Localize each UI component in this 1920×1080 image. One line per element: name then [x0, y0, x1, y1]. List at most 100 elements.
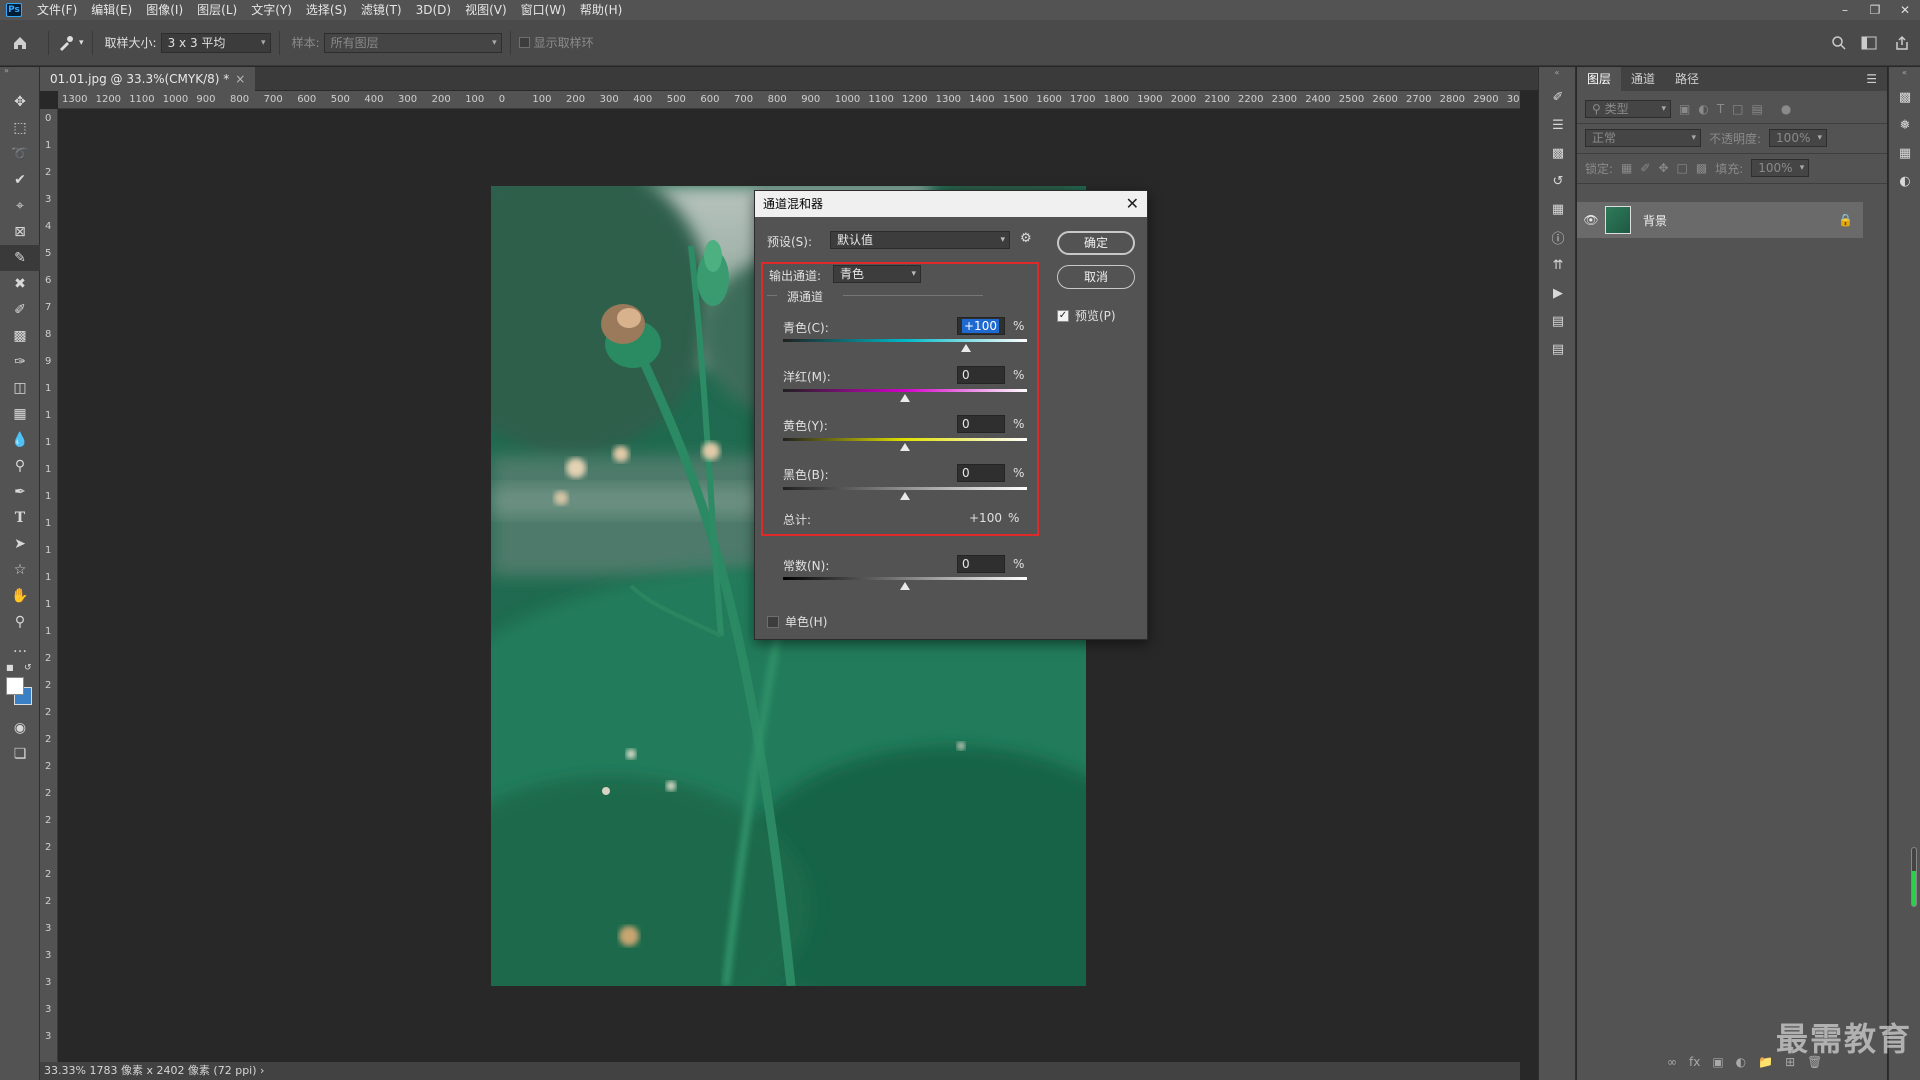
- minimize-icon[interactable]: –: [1830, 0, 1860, 20]
- menu-filter[interactable]: 滤镜(T): [354, 0, 409, 20]
- swatches-icon[interactable]: ▦: [1889, 139, 1920, 167]
- menu-select[interactable]: 选择(S): [299, 0, 354, 20]
- lock-image-icon[interactable]: ✐: [1640, 161, 1650, 175]
- ok-button[interactable]: 确定: [1057, 231, 1135, 255]
- default-colors-icon[interactable]: ■: [6, 663, 14, 672]
- color-icon[interactable]: ◐: [1889, 167, 1920, 195]
- menu-file[interactable]: 文件(F): [30, 0, 84, 20]
- lasso-tool-icon[interactable]: ➰: [0, 141, 40, 167]
- layer-filter-select[interactable]: ⚲ 类型 ▾: [1585, 100, 1671, 118]
- filter-shape-icon[interactable]: □: [1732, 102, 1743, 116]
- gradient-tool-icon[interactable]: ▦: [0, 401, 40, 427]
- lock-position-icon[interactable]: ✥: [1658, 161, 1668, 175]
- collapse-icon[interactable]: «: [1539, 67, 1575, 83]
- quick-select-tool-icon[interactable]: ✔: [0, 167, 40, 193]
- properties-icon[interactable]: ▦: [1539, 195, 1577, 223]
- filter-pixel-icon[interactable]: ▣: [1679, 102, 1690, 116]
- navigator-icon[interactable]: ❅: [1889, 111, 1920, 139]
- menu-layer[interactable]: 图层(L): [190, 0, 244, 20]
- color-swatches[interactable]: ■ ↺: [0, 661, 39, 715]
- document-tab[interactable]: 01.01.jpg @ 33.3%(CMYK/8) * ×: [40, 67, 256, 91]
- libraries-icon[interactable]: ▤: [1539, 307, 1577, 335]
- brush-tool-icon[interactable]: ✐: [0, 297, 40, 323]
- monochrome-checkbox[interactable]: [767, 615, 779, 628]
- lock-transparent-icon[interactable]: ▦: [1621, 161, 1632, 175]
- more-tools-icon[interactable]: …: [0, 635, 40, 661]
- healing-tool-icon[interactable]: ✖: [0, 271, 40, 297]
- clone-source-icon[interactable]: ▩: [1539, 139, 1577, 167]
- new-group-icon[interactable]: 📁: [1758, 1055, 1773, 1069]
- paths-icon[interactable]: ⇈: [1539, 251, 1577, 279]
- status-menu-icon[interactable]: ›: [260, 1064, 264, 1077]
- foreground-color-swatch[interactable]: [6, 677, 24, 695]
- collapse-icon[interactable]: «: [1889, 67, 1920, 83]
- marquee-tool-icon[interactable]: ⬚: [0, 115, 40, 141]
- workspace-icon[interactable]: [1854, 36, 1884, 50]
- filter-type-icon[interactable]: T: [1717, 102, 1724, 116]
- close-tab-icon[interactable]: ×: [235, 67, 245, 91]
- zoom-level[interactable]: 33.33%: [44, 1064, 86, 1077]
- sample-size-select[interactable]: 3 x 3 平均 ▾: [160, 32, 271, 53]
- fx-icon[interactable]: fx: [1689, 1055, 1700, 1069]
- tab-paths[interactable]: 路径: [1665, 67, 1709, 91]
- layer-row-background[interactable]: 👁 背景 🔒: [1577, 202, 1863, 238]
- menu-image[interactable]: 图像(I): [139, 0, 190, 20]
- collapse-icon[interactable]: »: [0, 67, 39, 75]
- move-tool-icon[interactable]: ✥: [0, 89, 40, 115]
- dialog-title-bar[interactable]: 通道混和器: [755, 191, 1147, 217]
- swap-colors-icon[interactable]: ↺: [24, 663, 32, 673]
- opacity-input[interactable]: 100% ▾: [1769, 129, 1828, 147]
- layer-name[interactable]: 背景: [1643, 212, 1667, 229]
- frame-tool-icon[interactable]: ⊠: [0, 219, 40, 245]
- preview-checkbox[interactable]: ✓: [1057, 309, 1069, 322]
- add-mask-icon[interactable]: ▣: [1712, 1055, 1723, 1069]
- history-brush-tool-icon[interactable]: ✑: [0, 349, 40, 375]
- history-icon[interactable]: ↺: [1539, 167, 1577, 195]
- lock-artboard-icon[interactable]: □: [1677, 161, 1688, 175]
- shape-tool-icon[interactable]: ☆: [0, 557, 40, 583]
- eyedropper-preset-icon[interactable]: ▾: [57, 34, 84, 52]
- pen-tool-icon[interactable]: ✒: [0, 479, 40, 505]
- blur-tool-icon[interactable]: 💧: [0, 427, 40, 453]
- screen-mode-icon[interactable]: ❏: [0, 741, 40, 767]
- path-select-tool-icon[interactable]: ➤: [0, 531, 40, 557]
- hand-tool-icon[interactable]: ✋: [0, 583, 40, 609]
- search-icon[interactable]: [1824, 35, 1854, 51]
- preset-select[interactable]: 默认值 ▾: [830, 231, 1010, 249]
- menu-edit[interactable]: 编辑(E): [84, 0, 139, 20]
- actions-play-icon[interactable]: ▶: [1539, 279, 1577, 307]
- preset-options-gear-icon[interactable]: ⚙: [1020, 231, 1032, 246]
- blend-mode-select[interactable]: 正常 ▾: [1585, 129, 1701, 147]
- share-icon[interactable]: [1884, 35, 1920, 51]
- crop-tool-icon[interactable]: ⌖: [0, 193, 40, 219]
- type-tool-icon[interactable]: T: [0, 505, 40, 531]
- cancel-button[interactable]: 取消: [1057, 265, 1135, 289]
- tab-channels[interactable]: 通道: [1621, 67, 1665, 91]
- visibility-eye-icon[interactable]: 👁: [1577, 213, 1605, 227]
- home-icon[interactable]: [0, 35, 40, 51]
- show-ring-checkbox[interactable]: [518, 37, 530, 48]
- menu-view[interactable]: 视图(V): [458, 0, 514, 20]
- filter-smart-icon[interactable]: ▤: [1752, 102, 1763, 116]
- filter-toggle-icon[interactable]: ●: [1781, 102, 1791, 116]
- dialog-close-icon[interactable]: ✕: [1126, 191, 1139, 217]
- eyedropper-tool-icon[interactable]: ✎: [0, 245, 40, 271]
- constant-input[interactable]: 0: [957, 555, 1005, 573]
- sample-select[interactable]: 所有图层 ▾: [323, 32, 502, 53]
- stamp-tool-icon[interactable]: ▩: [0, 323, 40, 349]
- link-layers-icon[interactable]: ∞: [1667, 1055, 1677, 1069]
- eraser-tool-icon[interactable]: ◫: [0, 375, 40, 401]
- filter-adjustment-icon[interactable]: ◐: [1698, 102, 1708, 116]
- menu-type[interactable]: 文字(Y): [244, 0, 299, 20]
- brush-settings-icon[interactable]: ✐: [1539, 83, 1577, 111]
- panel-menu-icon[interactable]: ☰: [1856, 67, 1887, 91]
- menu-help[interactable]: 帮助(H): [573, 0, 629, 20]
- close-window-icon[interactable]: ✕: [1890, 0, 1920, 20]
- constant-slider-track[interactable]: [783, 577, 1027, 580]
- constant-slider-thumb[interactable]: [900, 582, 910, 590]
- menu-window[interactable]: 窗口(W): [514, 0, 573, 20]
- quick-mask-icon[interactable]: ◉: [0, 715, 40, 741]
- info-icon[interactable]: ⓘ: [1539, 223, 1577, 251]
- histogram-icon[interactable]: ▩: [1889, 83, 1920, 111]
- zoom-tool-icon[interactable]: ⚲: [0, 609, 40, 635]
